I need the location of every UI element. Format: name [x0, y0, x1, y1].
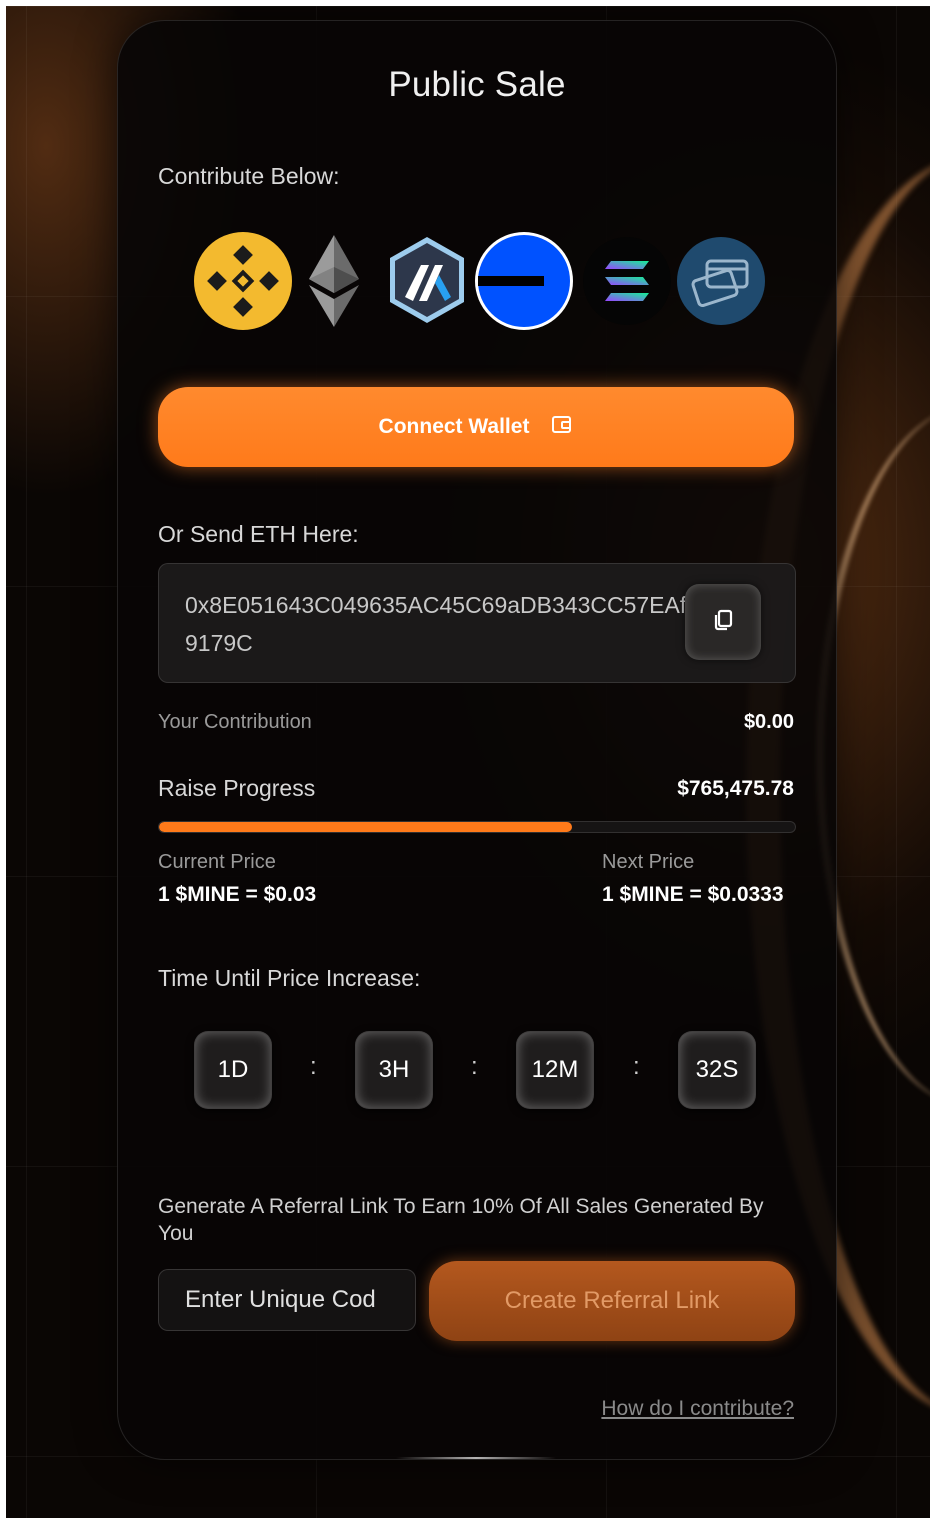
current-price-label: Current Price	[158, 851, 276, 873]
timer-label: Time Until Price Increase:	[158, 965, 421, 991]
presale-card: Public Sale Contribute Below: Connect Wa…	[117, 20, 837, 1460]
eth-address: 0x8E051643C049635AC45C69aDB343CC57EAf917…	[185, 592, 687, 656]
card-bottom-glow	[396, 1457, 556, 1459]
arbitrum-icon[interactable]	[387, 235, 467, 325]
send-eth-label: Or Send ETH Here:	[158, 521, 359, 547]
next-price-value: 1 $MINE = $0.0333	[602, 883, 784, 906]
card-icon[interactable]	[677, 237, 765, 325]
solana-icon[interactable]	[583, 237, 671, 325]
base-icon[interactable]	[474, 231, 574, 331]
connect-wallet-label: Connect Wallet	[378, 415, 530, 438]
timer-separator: :	[310, 1053, 317, 1080]
timer-minutes: 12M	[516, 1031, 594, 1109]
raise-progress-bar	[158, 821, 796, 833]
wallet-icon	[551, 413, 573, 441]
timer-days: 1D	[194, 1031, 272, 1109]
raise-progress-label: Raise Progress	[158, 775, 316, 801]
copy-address-button[interactable]	[685, 584, 761, 660]
page-background: Public Sale Contribute Below: Connect Wa…	[6, 6, 930, 1518]
referral-code-input[interactable]	[158, 1269, 416, 1331]
countdown-timer: 1D : 3H : 12M : 32S	[194, 1031, 760, 1111]
ethereum-icon[interactable]	[303, 231, 365, 331]
connect-wallet-button[interactable]: Connect Wallet	[158, 387, 794, 467]
eth-address-box: 0x8E051643C049635AC45C69aDB343CC57EAf917…	[158, 563, 796, 683]
bnb-icon[interactable]	[193, 231, 293, 331]
raise-progress-value: $765,475.78	[677, 777, 794, 800]
create-referral-link-button[interactable]: Create Referral Link	[429, 1261, 795, 1341]
page-title: Public Sale	[388, 65, 566, 104]
how-to-contribute-link[interactable]: How do I contribute?	[601, 1397, 794, 1421]
your-contribution-value: $0.00	[743, 711, 794, 733]
payment-methods	[193, 231, 773, 331]
current-price-value: 1 $MINE = $0.03	[158, 883, 317, 906]
copy-icon	[710, 607, 736, 638]
timer-seconds: 32S	[678, 1031, 756, 1109]
referral-description: Generate A Referral Link To Earn 10% Of …	[158, 1195, 764, 1245]
timer-separator: :	[633, 1053, 640, 1080]
timer-separator: :	[471, 1053, 478, 1080]
your-contribution-label: Your Contribution	[158, 711, 312, 733]
raise-progress-fill	[159, 822, 573, 832]
timer-hours: 3H	[355, 1031, 433, 1109]
contribute-label: Contribute Below:	[158, 163, 340, 189]
next-price-label: Next Price	[602, 851, 695, 873]
